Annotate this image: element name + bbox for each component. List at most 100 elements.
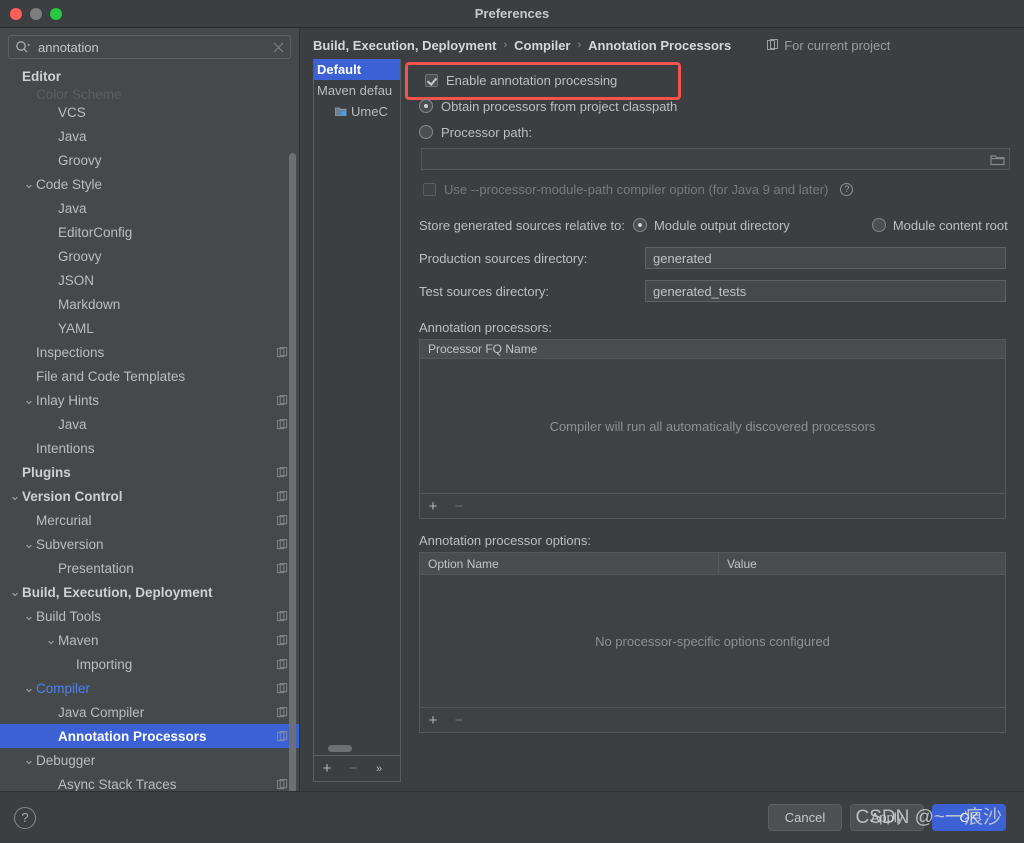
sidebar-item-async-stack-traces[interactable]: Async Stack Traces <box>0 772 299 791</box>
module-output-directory-option[interactable]: Module output directory <box>632 218 798 233</box>
close-window-button[interactable] <box>10 7 22 20</box>
sidebar-item-markdown[interactable]: Markdown <box>0 292 299 316</box>
sidebar-item-java[interactable]: Java <box>0 412 299 436</box>
sidebar-scrollbar[interactable] <box>289 153 296 791</box>
chevron-down-icon[interactable]: ⌄ <box>22 393 36 406</box>
sidebar-item-groovy[interactable]: Groovy <box>0 148 299 172</box>
enable-annotation-processing-row[interactable]: Enable annotation processing <box>417 67 1006 93</box>
breadcrumb-part-0[interactable]: Build, Execution, Deployment <box>313 38 496 53</box>
sidebar-item-subversion[interactable]: ⌄ Subversion <box>0 532 299 556</box>
search-icon[interactable] <box>15 40 30 54</box>
chevron-down-icon[interactable]: ⌄ <box>44 633 58 646</box>
apply-button[interactable]: Apply <box>850 804 924 831</box>
column-header-value[interactable]: Value <box>718 553 1005 574</box>
profiles-horizontal-scrollbar[interactable] <box>328 745 352 752</box>
profile-item-label: Default <box>317 62 362 77</box>
sidebar-item-version-control[interactable]: ⌄ Version Control <box>0 484 299 508</box>
help-circle-icon[interactable]: ? <box>840 182 854 196</box>
profile-item-label: Maven defau <box>317 83 393 98</box>
sidebar-item-presentation[interactable]: Presentation <box>0 556 299 580</box>
sidebar-item-editor[interactable]: Editor <box>0 64 299 88</box>
sidebar-item-build-execution-deployment[interactable]: ⌄ Build, Execution, Deployment <box>0 580 299 604</box>
sidebar-item-label: Version Control <box>22 488 123 504</box>
search-input[interactable] <box>34 39 269 55</box>
processor-path-radio[interactable] <box>419 125 433 139</box>
sidebar-item-java[interactable]: Java <box>0 196 299 220</box>
remove-processor-button[interactable]: − <box>446 494 472 518</box>
column-header-processor-fq-name[interactable]: Processor FQ Name <box>420 340 1005 358</box>
sidebar-item-java[interactable]: Java <box>0 124 299 148</box>
settings-tree[interactable]: Editor Color Scheme VCS Java Groovy ⌄ Code Sty… <box>0 64 299 791</box>
chevron-down-icon[interactable]: ⌄ <box>22 177 36 190</box>
column-header-option-name[interactable]: Option Name <box>420 553 718 574</box>
table-header: Option Name Value <box>420 553 1005 575</box>
maximize-window-button[interactable] <box>50 7 62 20</box>
folder-icon[interactable] <box>990 153 1005 166</box>
close-icon[interactable] <box>273 42 284 53</box>
sidebar-item-file-and-code-templates[interactable]: File and Code Templates <box>0 364 299 388</box>
sidebar-item-label: Code Style <box>36 176 103 192</box>
sidebar-item-editorconfig[interactable]: EditorConfig <box>0 220 299 244</box>
ok-button[interactable]: OK <box>932 804 1006 831</box>
sidebar-item-compiler[interactable]: ⌄ Compiler <box>0 676 299 700</box>
profile-item[interactable]: UmeC <box>314 101 400 122</box>
search-box[interactable] <box>8 35 291 59</box>
sidebar-item-maven[interactable]: ⌄ Maven <box>0 628 299 652</box>
processor-path-row[interactable]: Processor path: <box>417 119 1006 145</box>
settings-content: Build, Execution, Deployment › Compiler … <box>300 28 1024 791</box>
sidebar-item-inlay-hints[interactable]: ⌄ Inlay Hints <box>0 388 299 412</box>
sidebar-item-plugins[interactable]: Plugins <box>0 460 299 484</box>
cancel-button[interactable]: Cancel <box>768 804 842 831</box>
sidebar-item-debugger[interactable]: ⌄ Debugger <box>0 748 299 772</box>
remove-profile-button[interactable]: − <box>340 757 366 781</box>
help-circle-icon[interactable]: ? <box>14 806 36 829</box>
sidebar-item-json[interactable]: JSON <box>0 268 299 292</box>
minimize-window-button[interactable] <box>30 7 42 20</box>
sidebar-item-build-tools[interactable]: ⌄ Build Tools <box>0 604 299 628</box>
chevron-down-icon[interactable]: ⌄ <box>8 489 22 502</box>
chevron-down-icon[interactable]: ⌄ <box>22 537 36 550</box>
processor-module-path-checkbox[interactable] <box>423 182 436 196</box>
sidebar-item-mercurial[interactable]: Mercurial <box>0 508 299 532</box>
sidebar-item-inspections[interactable]: Inspections <box>0 340 299 364</box>
remove-option-button[interactable]: − <box>446 708 472 732</box>
sidebar-item-annotation-processors[interactable]: Annotation Processors <box>0 724 299 748</box>
obtain-from-classpath-radio[interactable] <box>419 99 433 113</box>
sidebar-item-label: JSON <box>58 272 95 288</box>
profile-item[interactable]: Default <box>314 59 400 80</box>
sidebar-item-vcs[interactable]: VCS <box>0 100 299 124</box>
module-content-root-radio[interactable] <box>871 218 886 232</box>
processor-path-input[interactable] <box>421 148 1010 170</box>
preferences-window: Preferences annotation Editor Color Sche… <box>0 0 1024 843</box>
chevron-down-icon[interactable]: ⌄ <box>22 681 36 694</box>
processor-module-path-row[interactable]: Use --processor-module-path compiler opt… <box>417 176 1006 202</box>
obtain-from-classpath-row[interactable]: Obtain processors from project classpath <box>417 93 1006 119</box>
test-sources-row: Test sources directory: generated_tests <box>417 276 1006 306</box>
sidebar-item-groovy[interactable]: Groovy <box>0 244 299 268</box>
sidebar-item-yaml[interactable]: YAML <box>0 316 299 340</box>
enable-annotation-processing-checkbox[interactable] <box>425 73 438 87</box>
breadcrumb-part-1[interactable]: Compiler <box>514 38 570 53</box>
profiles-list[interactable]: Default Maven defau UmeC <box>314 59 400 741</box>
chevron-down-icon[interactable]: ⌄ <box>8 585 22 598</box>
annotation-processors-empty-text: Compiler will run all automatically disc… <box>549 418 876 434</box>
chevron-down-icon[interactable]: ⌄ <box>22 609 36 622</box>
annotation-processors-form: Enable annotation processing Obtain proc… <box>401 59 1024 791</box>
add-option-button[interactable]: + <box>420 708 446 732</box>
sidebar-item-intentions[interactable]: Intentions <box>0 436 299 460</box>
add-profile-button[interactable]: + <box>314 757 340 781</box>
add-processor-button[interactable]: + <box>420 494 446 518</box>
profile-item[interactable]: Maven defau <box>314 80 400 101</box>
production-sources-input[interactable]: generated <box>645 247 1006 269</box>
sidebar-item-label: Maven <box>58 632 99 648</box>
module-content-root-option[interactable]: Module content root <box>871 218 1016 233</box>
breadcrumb-part-2: Annotation Processors <box>588 37 732 53</box>
test-sources-input[interactable]: generated_tests <box>645 280 1006 302</box>
sidebar-item-importing[interactable]: Importing <box>0 652 299 676</box>
module-output-directory-radio[interactable] <box>632 218 647 232</box>
sidebar-item-java-compiler[interactable]: Java Compiler <box>0 700 299 724</box>
more-profile-actions-button[interactable]: » <box>366 757 392 781</box>
sidebar-item-color-scheme[interactable]: Color Scheme <box>0 88 299 100</box>
chevron-down-icon[interactable]: ⌄ <box>22 753 36 766</box>
sidebar-item-code-style[interactable]: ⌄ Code Style <box>0 172 299 196</box>
